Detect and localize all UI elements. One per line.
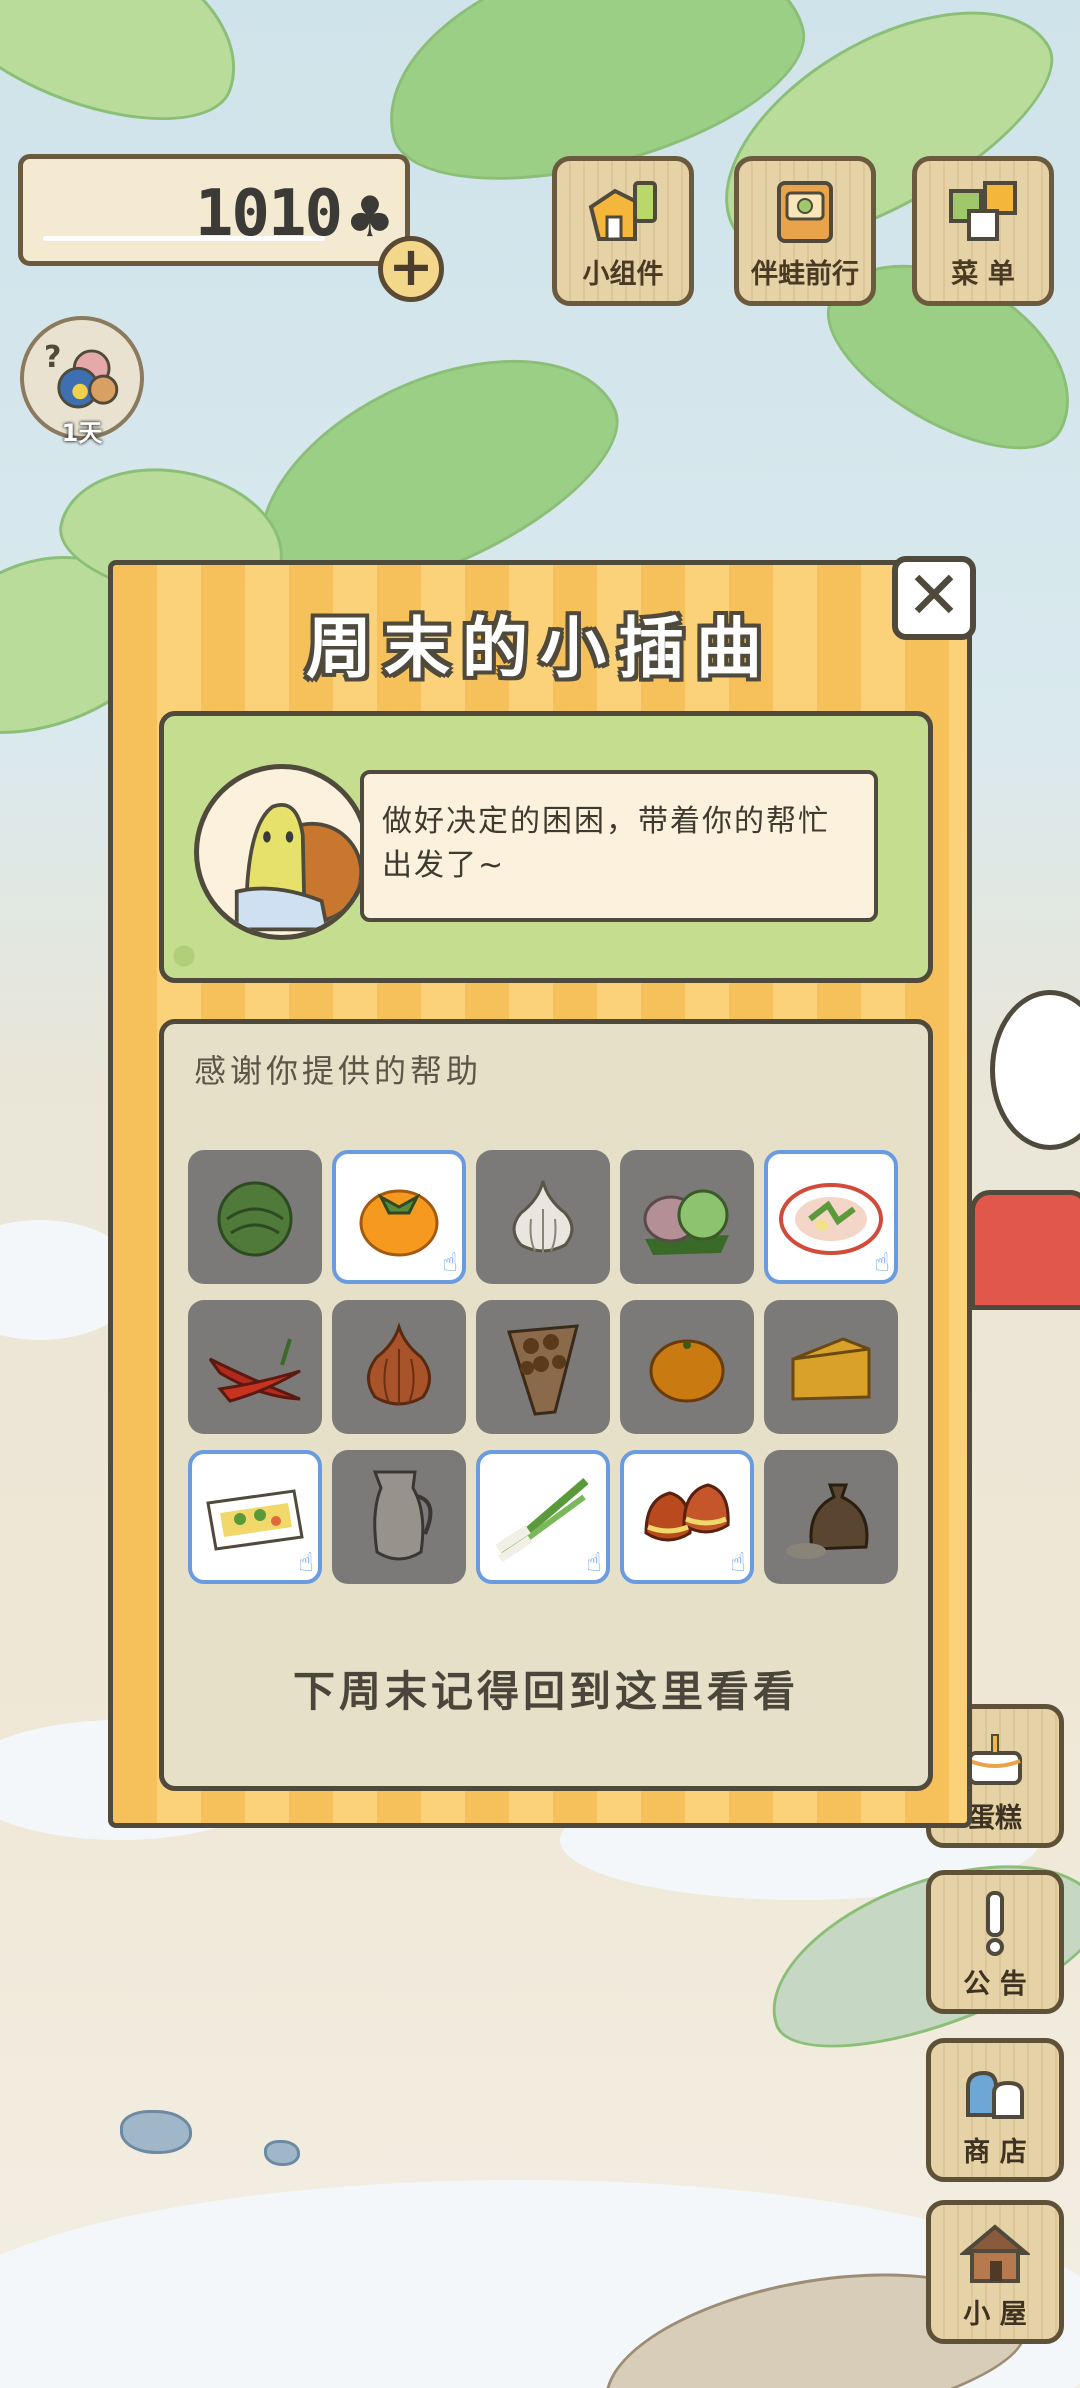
notice-label: 公 告 <box>963 1969 1027 2000</box>
house-icon <box>960 2224 1030 2283</box>
chestnut-bag-icon <box>507 1324 579 1416</box>
story-speech-bubble: 做好决定的困困，带着你的帮忙出发了~ <box>360 770 878 922</box>
salad-plate-icon <box>779 1183 883 1255</box>
add-clover-button[interactable]: + <box>378 236 444 302</box>
visitor-portrait <box>194 764 370 940</box>
bento-box-icon <box>206 1489 304 1551</box>
days-away-label: 1天 <box>61 419 103 447</box>
gift-item-glass-pitcher[interactable] <box>332 1450 466 1584</box>
orange-icon <box>649 1339 725 1403</box>
snail-visitor-icon <box>234 803 364 932</box>
gift-item-green-onion[interactable]: ☝ <box>476 1450 610 1584</box>
gift-item-cabbage[interactable] <box>188 1150 322 1284</box>
gift-item-persimmon[interactable]: ☝ <box>332 1150 466 1284</box>
frog-journey-button[interactable]: 伴蛙前行 <box>734 156 876 306</box>
hand-pointer-icon: ☝ <box>586 1548 602 1578</box>
exclamation-icon <box>986 1891 1004 1956</box>
widget-label: 小组件 <box>582 259 664 290</box>
clover-counter: 1010 ♣ <box>18 154 410 266</box>
glass-pitcher-icon <box>372 1470 433 1561</box>
mailbox[interactable] <box>970 1190 1080 1310</box>
garlic-icon <box>512 1180 574 1253</box>
frog-journey-label: 伴蛙前行 <box>751 259 859 290</box>
persimmon-icon <box>359 1189 439 1257</box>
gift-item-garlic[interactable] <box>476 1150 610 1284</box>
chestnuts-icon <box>644 1483 730 1542</box>
frog-journey-icon <box>777 181 833 243</box>
cheese-icon <box>791 1337 871 1401</box>
close-dialog-button[interactable]: ✕ <box>892 556 976 640</box>
gift-item-chili-peppers[interactable] <box>188 1300 322 1434</box>
cabbage-icon <box>217 1181 293 1257</box>
gift-item-orange[interactable] <box>620 1300 754 1434</box>
shop-button[interactable]: 商 店 <box>926 2038 1064 2182</box>
dialog-title: 周末的小插曲 <box>306 610 774 687</box>
gift-panel: 感谢你提供的帮助 ☝ ☝ ☝ ☝ ☝ 下周末记得回到这里看看 <box>159 1019 933 1791</box>
rice-sack-icon <box>786 1483 869 1559</box>
notice-button[interactable]: 公 告 <box>926 1870 1064 2014</box>
gift-item-cheese[interactable] <box>764 1300 898 1434</box>
gift-heading: 感谢你提供的帮助 <box>194 1052 483 1090</box>
shop-label: 商 店 <box>963 2137 1027 2168</box>
gift-item-chestnuts[interactable]: ☝ <box>620 1450 754 1584</box>
story-panel: 做好决定的困困，带着你的帮忙出发了~ <box>159 711 933 983</box>
weekend-episode-dialog: 周末的小插曲 做好决定的困困，带着你的帮忙出发了~ 感谢你提供的帮助 ☝ ☝ ☝… <box>108 560 972 1828</box>
frog-status-avatar[interactable]: ? 1天 <box>20 316 144 447</box>
mochi-icon <box>643 1189 729 1255</box>
house-button[interactable]: 小 屋 <box>926 2200 1064 2344</box>
counter-underline <box>43 236 325 241</box>
gift-item-salad-plate[interactable]: ☝ <box>764 1150 898 1284</box>
shop-bag-icon <box>966 2070 1024 2119</box>
widget-icon <box>588 181 657 241</box>
hand-pointer-icon: ☝ <box>442 1248 458 1278</box>
hand-pointer-icon: ☝ <box>730 1548 746 1578</box>
onion-icon <box>367 1322 431 1406</box>
menu-icon <box>949 181 1017 241</box>
gift-item-rice-sack[interactable] <box>764 1450 898 1584</box>
mail-bubble[interactable] <box>990 990 1080 1150</box>
widget-button[interactable]: 小组件 <box>552 156 694 306</box>
house-label: 小 屋 <box>963 2299 1027 2330</box>
gift-item-bento-box[interactable]: ☝ <box>188 1450 322 1584</box>
menu-button[interactable]: 菜 单 <box>912 156 1054 306</box>
gift-item-chestnut-bag[interactable] <box>476 1300 610 1434</box>
chili-pepper-icon <box>208 1338 301 1403</box>
menu-label: 菜 单 <box>951 259 1015 290</box>
come-back-note: 下周末记得回到这里看看 <box>292 1667 799 1716</box>
hand-pointer-icon: ☝ <box>298 1548 314 1578</box>
hand-pointer-icon: ☝ <box>874 1248 890 1278</box>
green-onion-icon <box>495 1477 589 1563</box>
gift-item-mochi[interactable] <box>620 1150 754 1284</box>
gift-item-onion[interactable] <box>332 1300 466 1434</box>
